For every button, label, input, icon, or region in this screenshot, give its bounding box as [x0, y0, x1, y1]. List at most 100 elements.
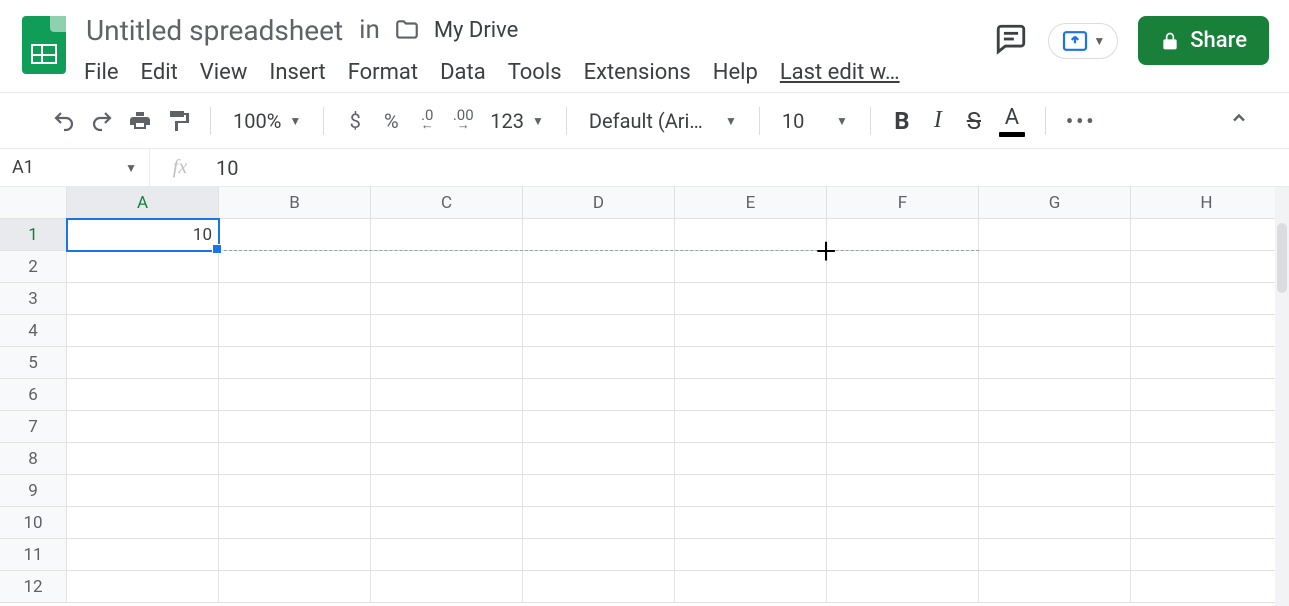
cell-f8[interactable] [827, 443, 979, 475]
menu-help[interactable]: Help [713, 60, 758, 85]
cell-c2[interactable] [371, 251, 523, 283]
cell-f2[interactable] [827, 251, 979, 283]
decrease-decimal-button[interactable]: .0← [412, 104, 442, 138]
cell-f3[interactable] [827, 283, 979, 315]
cell-b7[interactable] [219, 411, 371, 443]
menu-edit[interactable]: Edit [141, 60, 178, 85]
comments-icon[interactable] [994, 22, 1028, 60]
cell-c7[interactable] [371, 411, 523, 443]
cell-h8[interactable] [1131, 443, 1283, 475]
cell-f11[interactable] [827, 539, 979, 571]
row-header-8[interactable]: 8 [0, 443, 67, 475]
cell-b10[interactable] [219, 507, 371, 539]
cell-g6[interactable] [979, 379, 1131, 411]
format-percent-button[interactable]: % [376, 104, 406, 138]
cell-h9[interactable] [1131, 475, 1283, 507]
present-button[interactable]: ▼ [1048, 23, 1118, 59]
column-header-e[interactable]: E [675, 187, 827, 219]
cell-a9[interactable] [67, 475, 219, 507]
cell-d9[interactable] [523, 475, 675, 507]
cell-d6[interactable] [523, 379, 675, 411]
cell-e7[interactable] [675, 411, 827, 443]
cell-b5[interactable] [219, 347, 371, 379]
cell-a7[interactable] [67, 411, 219, 443]
row-header-6[interactable]: 6 [0, 379, 67, 411]
row-header-7[interactable]: 7 [0, 411, 67, 443]
cell-c5[interactable] [371, 347, 523, 379]
cell-b11[interactable] [219, 539, 371, 571]
menu-view[interactable]: View [200, 60, 248, 85]
format-currency-button[interactable]: $ [340, 104, 370, 138]
row-header-11[interactable]: 11 [0, 539, 67, 571]
cell-b2[interactable] [219, 251, 371, 283]
document-title[interactable]: Untitled spreadsheet [84, 14, 345, 47]
cell-a11[interactable] [67, 539, 219, 571]
cell-b1[interactable] [219, 219, 371, 251]
cell-e4[interactable] [675, 315, 827, 347]
cell-h6[interactable] [1131, 379, 1283, 411]
column-header-g[interactable]: G [979, 187, 1131, 219]
cell-g11[interactable] [979, 539, 1131, 571]
cell-g7[interactable] [979, 411, 1131, 443]
cell-h11[interactable] [1131, 539, 1283, 571]
menu-file[interactable]: File [84, 60, 119, 85]
select-all-corner[interactable] [0, 187, 67, 219]
cell-h5[interactable] [1131, 347, 1283, 379]
cell-h3[interactable] [1131, 283, 1283, 315]
cell-c8[interactable] [371, 443, 523, 475]
cell-d10[interactable] [523, 507, 675, 539]
cell-e3[interactable] [675, 283, 827, 315]
cell-g9[interactable] [979, 475, 1131, 507]
column-header-b[interactable]: B [219, 187, 371, 219]
more-toolbar-button[interactable]: ••• [1062, 104, 1101, 138]
increase-decimal-button[interactable]: .00→ [448, 104, 478, 138]
column-header-c[interactable]: C [371, 187, 523, 219]
cell-b8[interactable] [219, 443, 371, 475]
collapse-toolbar-button[interactable] [1217, 108, 1261, 133]
cell-h10[interactable] [1131, 507, 1283, 539]
cell-b9[interactable] [219, 475, 371, 507]
menu-extensions[interactable]: Extensions [584, 60, 691, 85]
last-edit-link[interactable]: Last edit w… [780, 60, 900, 85]
cell-c1[interactable] [371, 219, 523, 251]
text-color-button[interactable]: A [995, 105, 1029, 137]
share-button[interactable]: Share [1138, 16, 1269, 65]
cell-d7[interactable] [523, 411, 675, 443]
cell-f5[interactable] [827, 347, 979, 379]
cell-g12[interactable] [979, 571, 1131, 603]
more-formats-select[interactable]: 123 ▼ [484, 109, 550, 133]
cell-e5[interactable] [675, 347, 827, 379]
row-header-4[interactable]: 4 [0, 315, 67, 347]
paint-format-button[interactable] [162, 104, 194, 138]
cell-h12[interactable] [1131, 571, 1283, 603]
cell-f1[interactable] [827, 219, 979, 251]
cell-g2[interactable] [979, 251, 1131, 283]
cell-g4[interactable] [979, 315, 1131, 347]
font-size-select[interactable]: 10 ▼ [776, 109, 854, 133]
row-header-1[interactable]: 1 [0, 219, 67, 251]
cell-e2[interactable] [675, 251, 827, 283]
cell-d4[interactable] [523, 315, 675, 347]
folder-icon[interactable] [394, 17, 420, 43]
cell-f4[interactable] [827, 315, 979, 347]
cell-a8[interactable] [67, 443, 219, 475]
italic-button[interactable]: I [923, 104, 953, 138]
cell-b12[interactable] [219, 571, 371, 603]
cell-a6[interactable] [67, 379, 219, 411]
cell-g8[interactable] [979, 443, 1131, 475]
cell-e11[interactable] [675, 539, 827, 571]
cell-f7[interactable] [827, 411, 979, 443]
folder-name[interactable]: My Drive [434, 18, 519, 43]
row-header-5[interactable]: 5 [0, 347, 67, 379]
cell-a10[interactable] [67, 507, 219, 539]
cell-c12[interactable] [371, 571, 523, 603]
redo-button[interactable] [86, 104, 118, 138]
cell-d11[interactable] [523, 539, 675, 571]
cell-b6[interactable] [219, 379, 371, 411]
cell-c9[interactable] [371, 475, 523, 507]
print-button[interactable] [124, 104, 156, 138]
cell-c10[interactable] [371, 507, 523, 539]
menu-insert[interactable]: Insert [269, 60, 325, 85]
cell-b3[interactable] [219, 283, 371, 315]
cell-h2[interactable] [1131, 251, 1283, 283]
